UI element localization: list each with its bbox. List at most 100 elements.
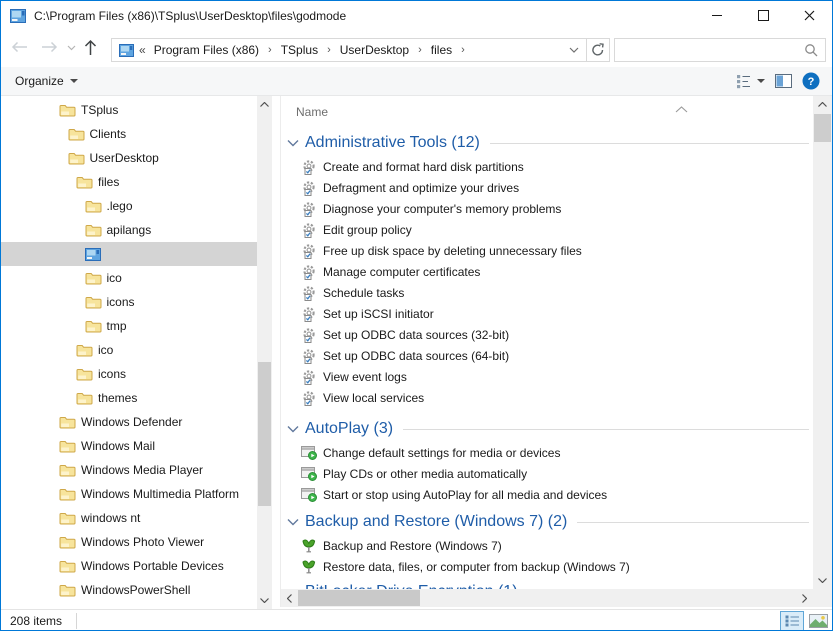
tree-item-godmode[interactable] bbox=[1, 242, 257, 266]
refresh-button[interactable] bbox=[586, 38, 610, 62]
folder-tree: TSplusClientsUserDesktopfiles.legoapilan… bbox=[1, 96, 257, 612]
back-button[interactable] bbox=[11, 41, 28, 53]
change-view-button[interactable] bbox=[736, 74, 765, 89]
group-header[interactable]: AutoPlay (3) bbox=[281, 416, 813, 442]
list-item-manage-computer-certificates[interactable]: Manage computer certificates bbox=[281, 261, 813, 282]
preview-pane-button[interactable] bbox=[775, 74, 792, 88]
tree-item-icons[interactable]: icons bbox=[1, 290, 257, 314]
tree-item-windows-mail[interactable]: Windows Mail bbox=[1, 434, 257, 458]
up-button[interactable] bbox=[84, 39, 97, 56]
search-input[interactable] bbox=[615, 43, 804, 57]
list-item-edit-group-policy[interactable]: Edit group policy bbox=[281, 219, 813, 240]
list-item-label: Play CDs or other media automatically bbox=[323, 467, 527, 481]
admin-icon bbox=[301, 222, 317, 238]
breadcrumb-separator-icon[interactable]: › bbox=[268, 44, 272, 56]
tree-item-tsplus[interactable]: TSplus bbox=[1, 98, 257, 122]
details-view-toggle[interactable] bbox=[780, 611, 804, 631]
tree-item-windowspowershell[interactable]: WindowsPowerShell bbox=[1, 578, 257, 602]
thumbnail-view-toggle[interactable] bbox=[806, 611, 830, 631]
recent-locations-button[interactable] bbox=[67, 45, 76, 51]
maximize-button[interactable] bbox=[740, 1, 786, 30]
breadcrumb-separator-icon[interactable]: › bbox=[327, 44, 331, 56]
list-item-free-up-disk-space-by-deleting-unnecessary-files[interactable]: Free up disk space by deleting unnecessa… bbox=[281, 240, 813, 261]
tree-item-tmp[interactable]: tmp bbox=[1, 314, 257, 338]
list-item-restore-data-files-or-computer-from-backup-windows-7[interactable]: Restore data, files, or computer from ba… bbox=[281, 556, 813, 577]
window-title: C:\Program Files (x86)\TSplus\UserDeskto… bbox=[34, 9, 346, 23]
tree-item-windows-nt[interactable]: windows nt bbox=[1, 506, 257, 530]
close-button[interactable] bbox=[786, 1, 832, 30]
forward-button[interactable] bbox=[41, 41, 58, 53]
breadcrumb-separator-icon[interactable]: › bbox=[418, 44, 422, 56]
list-item-start-or-stop-using-autoplay-for-all-media-and-devices[interactable]: Start or stop using AutoPlay for all med… bbox=[281, 484, 813, 505]
breadcrumb-item-files[interactable]: files bbox=[429, 43, 454, 57]
chevron-down-icon[interactable] bbox=[287, 139, 299, 147]
list-item-diagnose-your-computer-s-memory-problems[interactable]: Diagnose your computer's memory problems bbox=[281, 198, 813, 219]
breadcrumb-item-tsplus[interactable]: TSplus bbox=[279, 43, 320, 57]
group-header[interactable]: Administrative Tools (12) bbox=[281, 130, 813, 156]
details-view-icon bbox=[736, 74, 753, 89]
tree-item-windows-photo-viewer[interactable]: Windows Photo Viewer bbox=[1, 530, 257, 554]
scrollbar-thumb[interactable] bbox=[258, 362, 271, 506]
list-item-label: Create and format hard disk partitions bbox=[323, 160, 524, 174]
breadcrumb-item-userdesktop[interactable]: UserDesktop bbox=[338, 43, 411, 57]
scroll-down-icon[interactable] bbox=[257, 592, 272, 609]
list-item-create-and-format-hard-disk-partitions[interactable]: Create and format hard disk partitions bbox=[281, 156, 813, 177]
list-item-set-up-odbc-data-sources-32-bit[interactable]: Set up ODBC data sources (32-bit) bbox=[281, 324, 813, 345]
list-item-set-up-iscsi-initiator[interactable]: Set up iSCSI initiator bbox=[281, 303, 813, 324]
group-header[interactable]: Backup and Restore (Windows 7) (2) bbox=[281, 509, 813, 535]
list-horizontal-scrollbar[interactable] bbox=[281, 589, 813, 607]
tree-item-windows-defender[interactable]: Windows Defender bbox=[1, 410, 257, 434]
tree-item-windows-multimedia-platform[interactable]: Windows Multimedia Platform bbox=[1, 482, 257, 506]
tree-item-windows-portable-devices[interactable]: Windows Portable Devices bbox=[1, 554, 257, 578]
tree-scrollbar[interactable] bbox=[257, 96, 272, 609]
breadcrumb-item-program-files-x86[interactable]: Program Files (x86) bbox=[152, 43, 261, 57]
autoplay-icon bbox=[301, 445, 317, 460]
list-item-schedule-tasks[interactable]: Schedule tasks bbox=[281, 282, 813, 303]
list-item-change-default-settings-for-media-or-devices[interactable]: Change default settings for media or dev… bbox=[281, 442, 813, 463]
scroll-down-icon[interactable] bbox=[813, 572, 832, 589]
breadcrumb-separator-icon[interactable]: › bbox=[461, 44, 465, 56]
scroll-up-icon[interactable] bbox=[813, 96, 832, 113]
list-vertical-scrollbar[interactable] bbox=[813, 96, 832, 589]
scrollbar-thumb[interactable] bbox=[814, 114, 831, 142]
tree-item-windows-media-player[interactable]: Windows Media Player bbox=[1, 458, 257, 482]
scrollbar-thumb[interactable] bbox=[298, 590, 420, 606]
help-button[interactable]: ? bbox=[802, 72, 820, 90]
folder-icon bbox=[59, 535, 76, 549]
list-item-set-up-odbc-data-sources-64-bit[interactable]: Set up ODBC data sources (64-bit) bbox=[281, 345, 813, 366]
group-backup-and-restore-windows-7-2: Backup and Restore (Windows 7) (2)Backup… bbox=[281, 509, 813, 577]
tree-item-files[interactable]: files bbox=[1, 170, 257, 194]
list-item-defragment-and-optimize-your-drives[interactable]: Defragment and optimize your drives bbox=[281, 177, 813, 198]
tree-item-userdesktop[interactable]: UserDesktop bbox=[1, 146, 257, 170]
tree-item-label: Windows Defender bbox=[81, 415, 182, 429]
breadcrumb-overflow[interactable]: « bbox=[139, 43, 146, 57]
search-box[interactable] bbox=[614, 38, 826, 62]
chevron-down-icon[interactable] bbox=[287, 425, 299, 433]
tree-item-themes[interactable]: themes bbox=[1, 386, 257, 410]
scroll-left-icon[interactable] bbox=[281, 589, 298, 607]
tree-item-lego[interactable]: .lego bbox=[1, 194, 257, 218]
breadcrumb: Program Files (x86) › TSplus › UserDesktop › f… bbox=[152, 43, 472, 57]
address-dropdown-button[interactable] bbox=[569, 47, 579, 53]
svg-text:?: ? bbox=[808, 76, 815, 88]
list-item-view-local-services[interactable]: View local services bbox=[281, 387, 813, 408]
organize-button[interactable]: Organize bbox=[15, 74, 78, 88]
tree-item-apilangs[interactable]: apilangs bbox=[1, 218, 257, 242]
list-item-view-event-logs[interactable]: View event logs bbox=[281, 366, 813, 387]
tree-item-label: Windows Portable Devices bbox=[81, 559, 224, 573]
address-bar[interactable]: « Program Files (x86) › TSplus › UserDesktop… bbox=[111, 38, 587, 62]
column-header-name[interactable]: Name bbox=[281, 102, 813, 122]
chevron-down-icon[interactable] bbox=[287, 518, 299, 526]
group-header[interactable]: BitLocker Drive Encryption (1) bbox=[281, 579, 813, 589]
list-item-play-cds-or-other-media-automatically[interactable]: Play CDs or other media automatically bbox=[281, 463, 813, 484]
autoplay-icon bbox=[301, 487, 317, 502]
list-item-backup-and-restore-windows-7[interactable]: Backup and Restore (Windows 7) bbox=[281, 535, 813, 556]
scroll-up-icon[interactable] bbox=[257, 96, 272, 113]
search-icon[interactable] bbox=[804, 43, 818, 57]
tree-item-ico[interactable]: ico bbox=[1, 338, 257, 362]
tree-item-ico[interactable]: ico bbox=[1, 266, 257, 290]
scroll-right-icon[interactable] bbox=[796, 589, 813, 607]
tree-item-clients[interactable]: Clients bbox=[1, 122, 257, 146]
minimize-button[interactable] bbox=[694, 1, 740, 30]
tree-item-icons[interactable]: icons bbox=[1, 362, 257, 386]
